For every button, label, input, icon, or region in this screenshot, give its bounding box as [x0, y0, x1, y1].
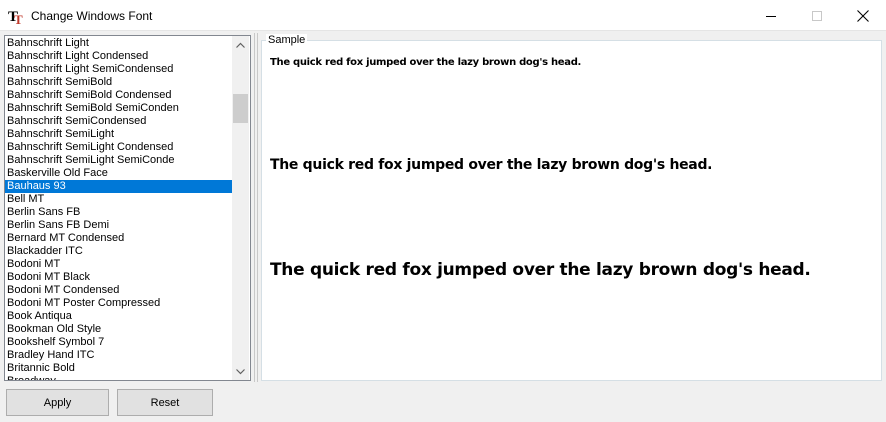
maximize-button[interactable] [794, 0, 840, 31]
scroll-up-button[interactable] [232, 36, 249, 53]
sample-text-large: The quick red fox jumped over the lazy b… [270, 260, 811, 280]
window-title: Change Windows Font [31, 9, 153, 23]
font-list-item[interactable]: Berlin Sans FB [5, 206, 233, 219]
maximize-icon [812, 10, 822, 21]
sample-groupbox: The quick red fox jumped over the lazy b… [261, 40, 882, 381]
font-list-item[interactable]: Bahnschrift SemiBold Condensed [5, 89, 233, 102]
font-list-item[interactable]: Bell MT [5, 193, 233, 206]
font-list-item[interactable]: Blackadder ITC [5, 245, 233, 258]
font-listbox[interactable]: Bahnschrift Light Bahnschrift Light Conde… [4, 35, 251, 381]
sample-label: Sample [266, 34, 308, 46]
font-list-item[interactable]: Bahnschrift SemiCondensed [5, 115, 233, 128]
sample-text-medium: The quick red fox jumped over the lazy b… [270, 157, 713, 173]
sample-text-small: The quick red fox jumped over the lazy b… [270, 57, 582, 68]
scroll-down-button[interactable] [232, 363, 249, 380]
font-list-item[interactable]: Bodoni MT Black [5, 271, 233, 284]
close-button[interactable] [840, 0, 886, 31]
font-list-item[interactable]: Bookman Old Style [5, 323, 233, 336]
font-list-item[interactable]: Book Antiqua [5, 310, 233, 323]
scroll-thumb[interactable] [233, 94, 248, 123]
pane-splitter[interactable] [254, 33, 258, 382]
font-list-item[interactable]: Bauhaus 93 [5, 180, 233, 193]
font-list-item[interactable]: Bahnschrift Light [5, 37, 233, 50]
font-list-item[interactable]: Bodoni MT [5, 258, 233, 271]
font-list-item[interactable]: Bernard MT Condensed [5, 232, 233, 245]
chevron-up-icon [236, 42, 245, 48]
reset-button[interactable]: Reset [117, 389, 213, 416]
font-list-item[interactable]: Bodoni MT Poster Compressed [5, 297, 233, 310]
font-list-item[interactable]: Bahnschrift SemiBold SemiConden [5, 102, 233, 115]
font-list-item[interactable]: Bahnschrift SemiLight [5, 128, 233, 141]
title-bar: T T Change Windows Font [0, 0, 886, 31]
font-tt-icon: T T [8, 9, 23, 25]
font-list-item[interactable]: Bodoni MT Condensed [5, 284, 233, 297]
apply-button[interactable]: Apply [6, 389, 109, 416]
chevron-down-icon [236, 368, 245, 374]
font-list-item[interactable]: Bahnschrift SemiLight SemiConde [5, 154, 233, 167]
close-icon [857, 9, 869, 22]
font-list-item[interactable]: Baskerville Old Face [5, 167, 233, 180]
minimize-icon [766, 15, 776, 17]
font-list-item[interactable]: Bahnschrift SemiBold [5, 76, 233, 89]
font-list-item[interactable]: Berlin Sans FB Demi [5, 219, 233, 232]
font-list-item[interactable]: Bahnschrift Light Condensed [5, 50, 233, 63]
font-list-item[interactable]: Bahnschrift SemiLight Condensed [5, 141, 233, 154]
font-list-items: Bahnschrift Light Bahnschrift Light Conde… [5, 37, 233, 380]
font-list-item[interactable]: Bahnschrift Light SemiCondensed [5, 63, 233, 76]
font-list-item[interactable]: Bradley Hand ITC [5, 349, 233, 362]
font-list-item[interactable]: Bookshelf Symbol 7 [5, 336, 233, 349]
minimize-button[interactable] [748, 0, 794, 31]
font-list-scrollbar[interactable] [232, 36, 249, 380]
svg-text:T: T [14, 12, 23, 25]
font-list-item[interactable]: Britannic Bold [5, 362, 233, 375]
font-list-item[interactable]: Broadway [5, 375, 233, 380]
button-bar: Apply Reset [0, 383, 886, 422]
